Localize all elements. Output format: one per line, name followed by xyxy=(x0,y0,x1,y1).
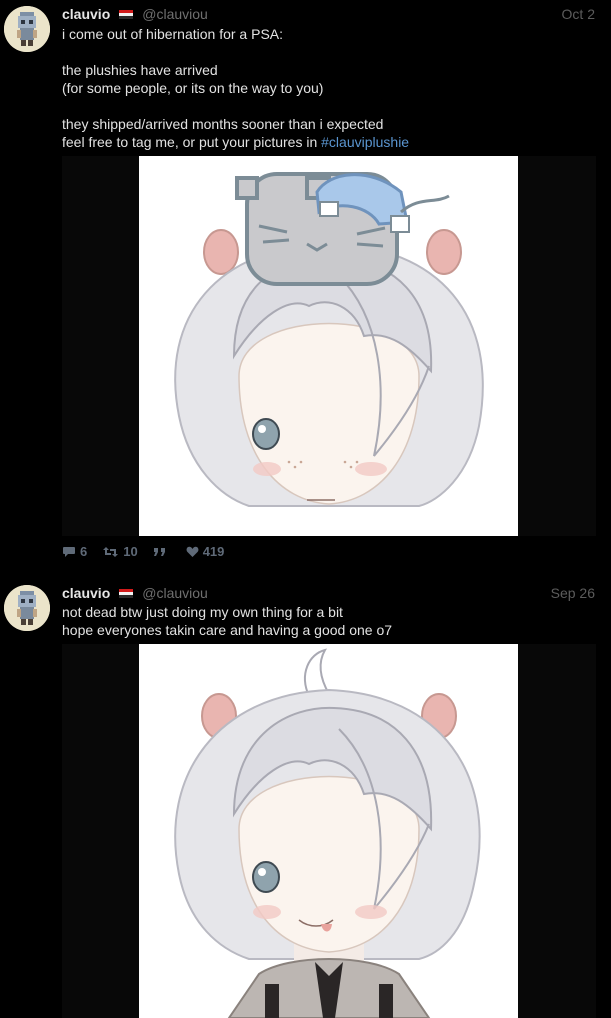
tweet-line-prefix: feel free to tag me, or put your picture… xyxy=(62,134,322,150)
tweet-date[interactable]: Sep 26 xyxy=(551,583,595,603)
reply-count: 6 xyxy=(80,544,88,559)
tweet-line xyxy=(62,43,409,61)
author-handle[interactable]: @clauviou xyxy=(142,6,208,22)
avatar-pixel-art xyxy=(4,585,50,631)
tweet-header: clauvio @clauviou xyxy=(62,583,208,603)
avatar[interactable] xyxy=(4,585,50,631)
tweet-image[interactable] xyxy=(139,644,518,1018)
author-name[interactable]: clauvio xyxy=(62,585,110,601)
tweet-line: not dead btw just doing my own thing for… xyxy=(62,604,343,620)
tweet-line xyxy=(62,97,409,115)
tweet-1[interactable]: clauvio @clauviou Oct 2 i come out of hi… xyxy=(0,4,611,564)
like-count: 419 xyxy=(202,544,225,559)
tweet-actions: 6 10 419 xyxy=(62,544,239,559)
tweet-text: i come out of hibernation for a PSA: the… xyxy=(62,25,409,151)
tweet-2[interactable]: clauvio @clauviou Sep 26 not dead btw ju… xyxy=(0,583,611,1018)
tweet-line: hope everyones takin care and having a g… xyxy=(62,622,393,638)
tweet-media[interactable] xyxy=(62,644,596,1018)
tweet-line: (for some people, or its on the way to y… xyxy=(62,80,324,96)
illustration-plushie-girl xyxy=(139,156,518,536)
tweet-line: they shipped/arrived months sooner than … xyxy=(62,116,384,132)
tweet-media[interactable] xyxy=(62,156,596,536)
reply-icon xyxy=(63,546,75,557)
tweet-header: clauvio @clauviou xyxy=(62,4,208,24)
hashtag-link[interactable]: #clauviplushie xyxy=(321,134,409,150)
quote-button[interactable] xyxy=(153,546,171,558)
tweet-image[interactable] xyxy=(139,156,518,536)
tweet-line: i come out of hibernation for a PSA: xyxy=(62,26,284,42)
tweet-text: not dead btw just doing my own thing for… xyxy=(62,603,392,639)
illustration-girl-portrait xyxy=(139,644,518,1018)
author-name[interactable]: clauvio xyxy=(62,6,110,22)
avatar[interactable] xyxy=(4,6,50,52)
flag-icon xyxy=(119,9,134,19)
retweet-count: 10 xyxy=(123,544,138,559)
reply-button[interactable]: 6 xyxy=(62,544,87,559)
flag-icon xyxy=(119,588,134,598)
quote-icon xyxy=(153,547,165,556)
tweet-line-last: feel free to tag me, or put your picture… xyxy=(62,133,409,151)
like-button[interactable]: 419 xyxy=(186,544,225,559)
author-handle[interactable]: @clauviou xyxy=(142,585,208,601)
avatar-pixel-art xyxy=(4,6,50,52)
tweet-line: the plushies have arrived xyxy=(62,62,218,78)
retweet-icon xyxy=(103,546,119,557)
retweet-button[interactable]: 10 xyxy=(102,544,138,559)
tweet-date[interactable]: Oct 2 xyxy=(562,4,595,24)
heart-icon xyxy=(186,546,199,557)
